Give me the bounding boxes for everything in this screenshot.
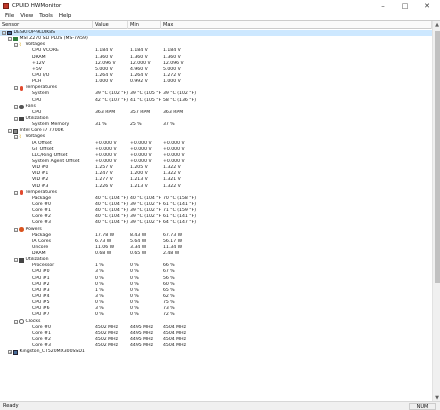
menu-view[interactable]: View	[17, 13, 36, 19]
utilization-icon	[19, 258, 24, 263]
sensor-tree-table: Sensor Value Min Max - DESKTOP-9LUIK8S - MS…	[0, 20, 440, 401]
tree-node-row[interactable]: + Kingston_CT520MX300SSD1	[0, 349, 432, 355]
computer-icon	[13, 350, 18, 355]
vertical-scrollbar[interactable]: ▲ ▼	[432, 21, 440, 401]
collapse-toggle-icon[interactable]: -	[2, 31, 6, 36]
column-header-sensor[interactable]: Sensor	[0, 21, 93, 29]
thermometer-icon	[20, 86, 23, 91]
scroll-up-arrow-icon[interactable]: ▲	[433, 21, 440, 29]
status-text: Ready	[3, 403, 19, 409]
computer-icon	[7, 30, 12, 36]
collapse-toggle-icon[interactable]: -	[14, 104, 18, 109]
status-bar: Ready NUM	[0, 401, 440, 410]
sensor-label: Kingston_CT520MX300SSD1	[19, 349, 85, 355]
collapse-toggle-icon[interactable]: -	[14, 190, 18, 195]
collapse-toggle-icon[interactable]: -	[14, 135, 18, 140]
hwmonitor-app-icon	[3, 2, 9, 9]
menu-file[interactable]: File	[2, 13, 17, 19]
collapse-toggle-icon[interactable]: -	[14, 117, 18, 122]
column-header-value[interactable]: Value	[93, 21, 128, 29]
collapse-toggle-icon[interactable]: -	[8, 129, 12, 134]
clock-icon	[19, 319, 24, 324]
min-cell	[128, 349, 161, 355]
max-cell	[161, 349, 432, 355]
collapse-toggle-icon[interactable]: -	[14, 319, 18, 324]
scroll-down-arrow-icon[interactable]: ▼	[433, 394, 440, 401]
column-header-min[interactable]: Min	[128, 21, 161, 29]
scrollbar-thumb[interactable]	[434, 31, 440, 283]
column-header: Sensor Value Min Max	[0, 21, 432, 29]
window-title: CPUID HWMonitor	[12, 2, 62, 9]
num-lock-indicator: NUM	[409, 403, 436, 410]
collapse-toggle-icon[interactable]: -	[8, 37, 12, 42]
collapse-toggle-icon[interactable]: -	[14, 43, 18, 48]
collapse-toggle-icon[interactable]: -	[14, 258, 18, 263]
voltage-icon: ⌇	[19, 42, 22, 49]
cpu-chip-icon	[13, 129, 18, 134]
expand-toggle-icon[interactable]: +	[8, 350, 12, 355]
menu-bar: File View Tools Help	[0, 11, 440, 20]
maximize-button[interactable]: □	[394, 0, 416, 11]
minimize-button[interactable]: –	[372, 0, 394, 11]
column-header-max[interactable]: Max	[161, 21, 432, 29]
power-icon	[19, 227, 24, 232]
window-controls: – □ ✕	[372, 0, 438, 11]
menu-tools[interactable]: Tools	[36, 13, 56, 19]
utilization-icon	[19, 116, 24, 122]
fan-icon	[19, 104, 24, 109]
title-bar: CPUID HWMonitor – □ ✕	[0, 0, 440, 11]
menu-help[interactable]: Help	[56, 13, 75, 19]
value-cell	[93, 349, 128, 355]
close-button[interactable]: ✕	[416, 0, 438, 11]
sensor-rows: - DESKTOP-9LUIK8S - MSI Z270 SLI PLUS (MS-7…	[0, 30, 432, 401]
motherboard-icon	[13, 36, 18, 42]
collapse-toggle-icon[interactable]: -	[14, 227, 18, 232]
thermometer-icon	[20, 190, 23, 195]
voltage-icon: ⌇	[19, 134, 22, 141]
sensor-name-cell: + Kingston_CT520MX300SSD1	[0, 349, 93, 355]
collapse-toggle-icon[interactable]: -	[14, 86, 18, 91]
